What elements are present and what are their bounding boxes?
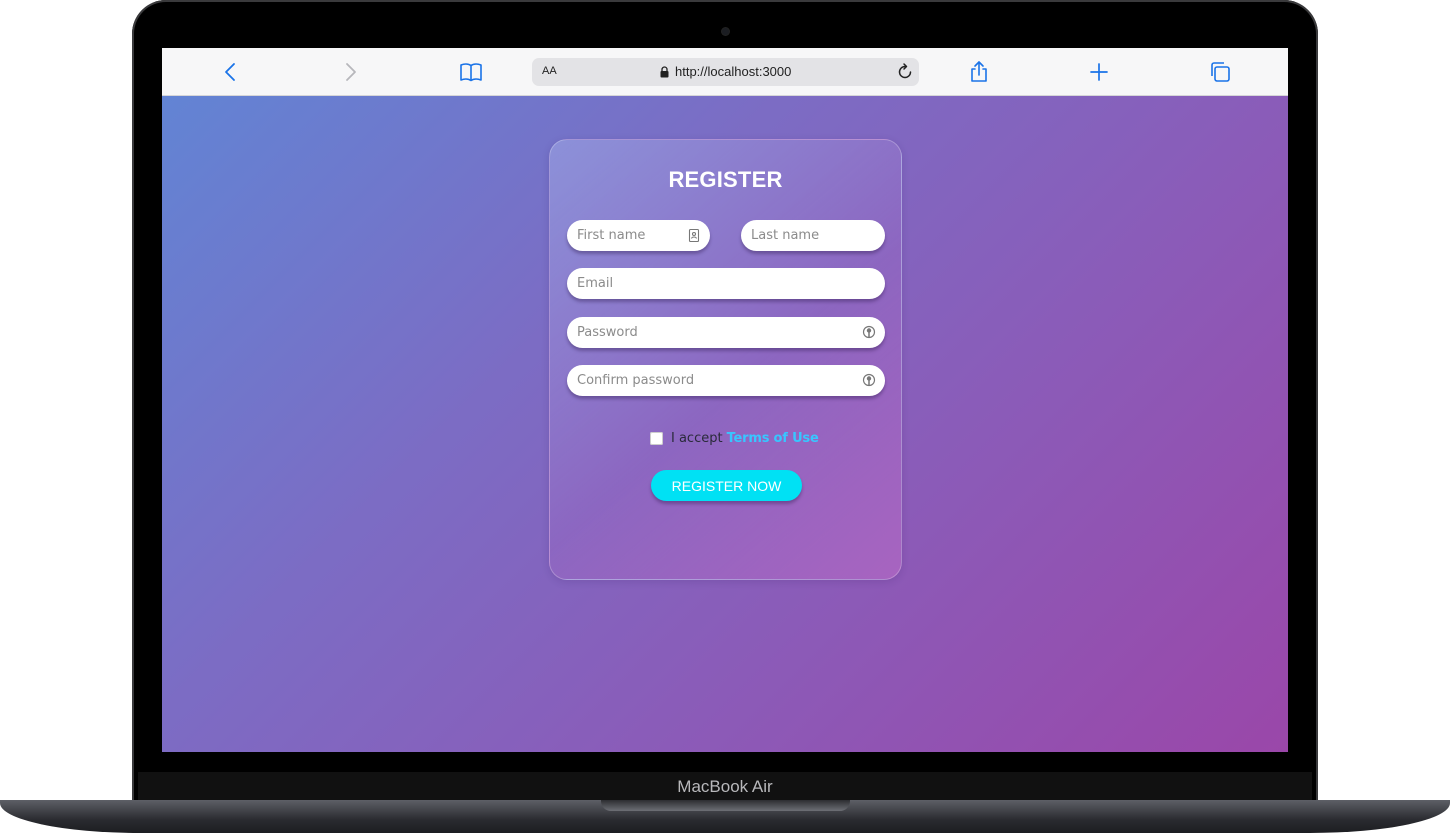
device-label: MacBook Air (677, 777, 773, 796)
back-icon[interactable] (219, 60, 243, 84)
address-bar[interactable]: AA http://localhost:3000 (532, 58, 919, 86)
laptop-chin: MacBook Air (138, 772, 1312, 802)
lock-icon (660, 66, 669, 78)
tabs-icon[interactable] (1208, 60, 1232, 84)
share-icon[interactable] (967, 60, 991, 84)
first-name-field[interactable] (567, 220, 710, 251)
text-size-button[interactable]: AA (542, 65, 557, 77)
terms-row: I accept Terms of Use (650, 430, 819, 446)
email-input[interactable] (567, 268, 885, 299)
laptop-hinge-notch (601, 800, 850, 811)
last-name-input[interactable] (741, 220, 885, 251)
screen: AA http://localhost:3000 REGISTER First … (162, 48, 1288, 752)
forward-icon[interactable] (338, 60, 362, 84)
register-now-button[interactable]: REGISTER NOW (651, 470, 802, 501)
new-tab-icon[interactable] (1087, 60, 1111, 84)
contact-card-icon[interactable] (687, 228, 701, 243)
email-field[interactable] (567, 268, 885, 299)
reload-icon[interactable] (895, 62, 915, 82)
confirm-password-field[interactable] (567, 365, 885, 396)
browser-toolbar: AA http://localhost:3000 (162, 48, 1288, 96)
password-key-icon[interactable] (862, 325, 876, 340)
terms-checkbox[interactable] (650, 431, 663, 445)
camera-icon (722, 28, 729, 35)
page-background: REGISTER First name Last name Email I ac… (162, 96, 1288, 752)
password-key-icon[interactable] (862, 373, 876, 388)
url-text[interactable]: http://localhost:3000 (675, 64, 791, 79)
form-title: REGISTER (668, 167, 783, 192)
confirm-password-input[interactable] (567, 365, 885, 396)
last-name-field[interactable] (741, 220, 885, 251)
password-input[interactable] (567, 317, 885, 348)
register-card: REGISTER First name Last name Email I ac… (549, 139, 902, 580)
terms-of-use-link[interactable]: Terms of Use (727, 431, 819, 446)
bookmarks-icon[interactable] (459, 60, 483, 84)
terms-label: I accept (671, 430, 723, 446)
password-field[interactable] (567, 317, 885, 348)
